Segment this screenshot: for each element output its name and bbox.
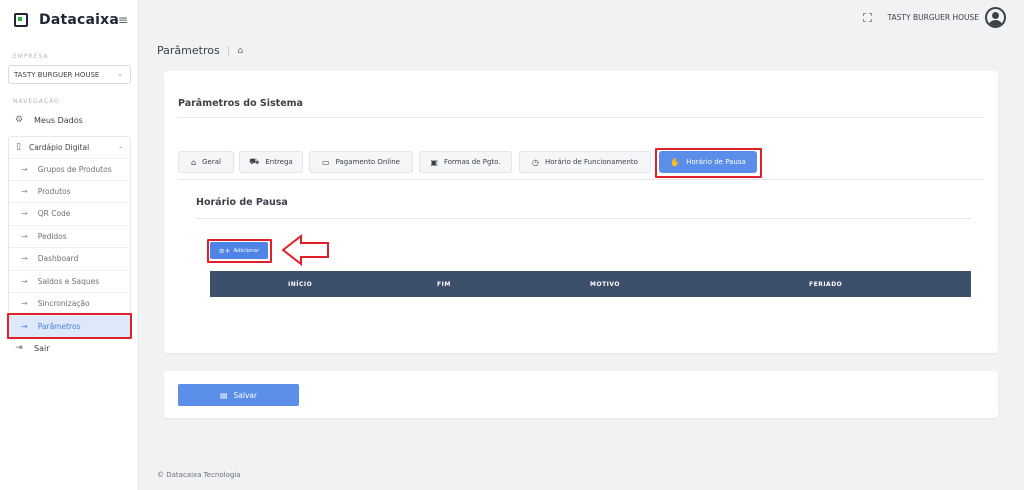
cardapio-group: ▯ Cardápio Digital ⌄ → Grupos de Produto…	[8, 136, 131, 338]
arrow-right-icon: →	[21, 187, 28, 196]
sidebar-subitem-qr-code[interactable]: → QR Code	[9, 202, 130, 224]
sidebar-subitem-label: Dashboard	[37, 254, 79, 263]
footer-copyright: © Datacaixa Tecnologia	[157, 471, 241, 479]
clock-icon: ◷	[532, 157, 540, 167]
divider	[196, 218, 971, 219]
arrow-right-icon: →	[21, 232, 28, 241]
arrow-right-icon: →	[21, 254, 28, 263]
divider	[178, 179, 984, 180]
sidebar-subitem-label: QR Code	[37, 209, 71, 218]
tab-label: Geral	[202, 158, 221, 166]
parameters-card: Parâmetros do Sistema ⌂ Geral ⛟ Entrega …	[164, 71, 998, 353]
card-title: Parâmetros do Sistema	[178, 98, 303, 109]
tab-geral[interactable]: ⌂ Geral	[178, 151, 234, 173]
arrow-right-icon: →	[21, 209, 28, 218]
sidebar-item-label: Cardápio Digital	[28, 142, 90, 152]
phone-icon: ▯	[16, 142, 21, 152]
tab-label: Horário de Funcionamento	[545, 158, 638, 166]
user-avatar-icon[interactable]	[985, 7, 1006, 28]
tab-horario-funcionamento[interactable]: ◷ Horário de Funcionamento	[519, 151, 651, 173]
tab-formas-pgto[interactable]: ▣ Formas de Pgto.	[419, 151, 512, 173]
logout-icon: ⇥	[15, 343, 23, 353]
arrow-right-icon: →	[21, 277, 28, 286]
money-icon: ▣	[430, 157, 438, 167]
arrow-right-icon: →	[21, 165, 28, 174]
truck-icon: ⛟	[249, 157, 260, 166]
table-header: INÍCIO FIM MOTIVO FERIADO	[210, 271, 971, 297]
sidebar-item-sair[interactable]: ⇥ Sair	[13, 343, 50, 353]
empresa-label: EMPRESA	[13, 53, 49, 60]
breadcrumb-separator: |	[226, 44, 231, 57]
floppy-icon: ▤	[219, 390, 228, 400]
arrow-right-icon: →	[21, 299, 28, 308]
sidebar: Datacaixa ≡ EMPRESA TASTY BURGUER HOUSE …	[0, 0, 139, 490]
sidebar-subitem-label: Grupos de Produtos	[37, 165, 112, 174]
brand[interactable]: Datacaixa	[14, 10, 119, 30]
column-header-motivo: MOTIVO	[590, 280, 621, 288]
sidebar-subitem-produtos[interactable]: → Produtos	[9, 180, 130, 202]
save-button[interactable]: ▤ Salvar	[178, 384, 299, 406]
divider	[178, 117, 984, 118]
chevron-down-icon: ⌄	[117, 143, 123, 150]
column-header-fim: FIM	[437, 280, 451, 288]
navegacao-label: NAVEGAÇÃO	[13, 98, 60, 105]
sidebar-subitem-label: Pedidos	[37, 232, 67, 241]
brand-name: Datacaixa	[39, 12, 120, 28]
sidebar-subitem-sincronizacao[interactable]: → Sincronização	[9, 292, 130, 314]
sidebar-subitem-saldos[interactable]: → Saldos e Saques	[9, 270, 130, 292]
sidebar-item-label: Meus Dados	[34, 115, 83, 125]
sidebar-subitem-label: Sincronização	[37, 299, 90, 308]
chevron-down-icon: ⌄	[117, 70, 123, 78]
card-icon: ▭	[322, 157, 330, 167]
active-tab-highlight	[655, 148, 762, 178]
tab-label: Formas de Pgto.	[443, 158, 501, 166]
breadcrumb: Parâmetros | ⌂	[157, 44, 243, 57]
header-user-name[interactable]: TASTY BURGUER HOUSE	[888, 13, 979, 22]
header-user-area: TASTY BURGUER HOUSE	[862, 7, 1006, 28]
save-card: ▤ Salvar	[164, 371, 998, 418]
home-icon: ⌂	[191, 157, 197, 167]
company-select-value: TASTY BURGUER HOUSE	[14, 70, 100, 79]
company-select[interactable]: TASTY BURGUER HOUSE ⌄	[8, 65, 131, 84]
arrow-left-icon	[281, 234, 329, 266]
sidebar-subitem-pedidos[interactable]: → Pedidos	[9, 225, 130, 247]
sidebar-item-cardapio-digital[interactable]: ▯ Cardápio Digital ⌄	[9, 137, 130, 157]
save-button-label: Salvar	[233, 390, 258, 400]
column-header-inicio: INÍCIO	[288, 280, 313, 288]
tab-pagamento-online[interactable]: ▭ Pagamento Online	[309, 151, 413, 173]
gear-icon: ⚙	[14, 115, 24, 125]
tab-label: Pagamento Online	[335, 158, 400, 166]
sidebar-item-label: Sair	[34, 343, 50, 353]
sidebar-subitem-label: Saldos e Saques	[37, 277, 100, 286]
sidebar-item-meus-dados[interactable]: ⚙ Meus Dados	[13, 115, 83, 125]
tab-entrega[interactable]: ⛟ Entrega	[239, 151, 303, 173]
parametros-highlight	[7, 313, 132, 339]
sidebar-subitem-grupos[interactable]: → Grupos de Produtos	[9, 158, 130, 180]
fullscreen-icon[interactable]	[862, 13, 872, 22]
add-button-highlight	[207, 239, 272, 263]
tab-label: Entrega	[265, 158, 293, 166]
hamburger-icon[interactable]: ≡	[118, 13, 128, 27]
column-header-feriado: FERIADO	[809, 280, 843, 288]
home-icon[interactable]: ⌂	[237, 46, 243, 56]
square-logo-icon	[14, 13, 28, 27]
section-title: Horário de Pausa	[196, 197, 288, 208]
sidebar-subitem-label: Produtos	[37, 187, 71, 196]
sidebar-subitem-dashboard[interactable]: → Dashboard	[9, 247, 130, 269]
page-title: Parâmetros	[157, 44, 220, 57]
